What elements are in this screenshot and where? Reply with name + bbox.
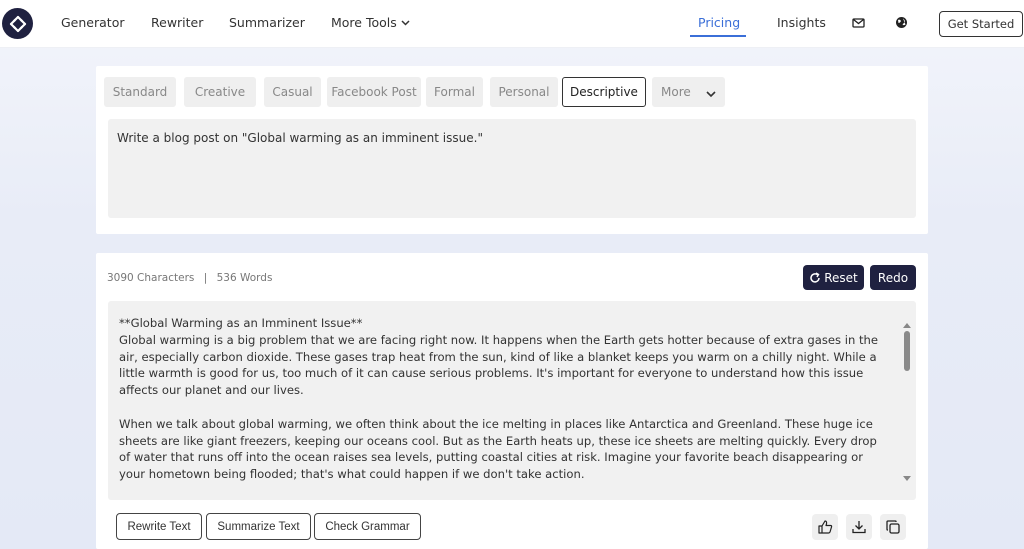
chevron-down-icon <box>706 87 716 101</box>
scroll-up-arrow[interactable] <box>903 323 911 328</box>
redo-button[interactable]: Redo <box>870 265 916 290</box>
tab-creative[interactable]: Creative <box>184 77 256 107</box>
tab-standard[interactable]: Standard <box>104 77 176 107</box>
output-paragraph: Global warming is a big problem that we … <box>119 332 879 398</box>
reset-label: Reset <box>824 270 858 285</box>
output-card: 3090 Characters | 536 Words Reset Redo *… <box>96 253 928 549</box>
tab-personal[interactable]: Personal <box>490 77 558 107</box>
generated-text: **Global Warming as an Imminent Issue** … <box>119 315 891 500</box>
globe-icon[interactable] <box>895 14 909 28</box>
text-stats: 3090 Characters | 536 Words <box>107 272 272 284</box>
nav-rewriter[interactable]: Rewriter <box>151 15 203 30</box>
output-paragraph: When we talk about global warming, we of… <box>119 416 877 482</box>
tab-formal[interactable]: Formal <box>426 77 483 107</box>
tab-more-label: More <box>661 85 691 99</box>
reset-icon <box>809 271 821 284</box>
check-grammar-button[interactable]: Check Grammar <box>314 513 421 540</box>
scroll-down-arrow[interactable] <box>903 476 911 481</box>
copy-icon[interactable] <box>880 514 906 540</box>
nav-more-tools-label: More Tools <box>331 15 397 30</box>
scroll-thumb[interactable] <box>904 331 910 371</box>
top-nav: Generator Rewriter Summarizer More Tools… <box>0 0 1024 48</box>
tab-descriptive[interactable]: Descriptive <box>562 77 646 107</box>
tab-more[interactable]: More <box>652 77 725 107</box>
character-count: 3090 Characters <box>107 272 195 284</box>
tab-facebook-post[interactable]: Facebook Post <box>327 77 421 107</box>
get-started-button[interactable]: Get Started <box>939 11 1023 37</box>
download-icon[interactable] <box>846 514 872 540</box>
nav-more-tools[interactable]: More Tools <box>331 15 410 30</box>
thumbs-up-icon[interactable] <box>812 514 838 540</box>
summarize-text-button[interactable]: Summarize Text <box>206 513 311 540</box>
tab-casual[interactable]: Casual <box>264 77 321 107</box>
prompt-input[interactable]: Write a blog post on "Global warming as … <box>108 119 916 218</box>
nav-pricing[interactable]: Pricing <box>698 15 740 30</box>
active-nav-indicator <box>690 35 746 37</box>
prompt-card: Standard Creative Casual Facebook Post F… <box>96 66 928 234</box>
output-scrollbar[interactable] <box>901 323 913 481</box>
nav-summarizer[interactable]: Summarizer <box>229 15 305 30</box>
nav-generator[interactable]: Generator <box>61 15 124 30</box>
output-textarea[interactable]: **Global Warming as an Imminent Issue** … <box>108 301 916 500</box>
word-count: 536 Words <box>216 272 273 284</box>
nav-insights[interactable]: Insights <box>777 15 826 30</box>
mail-icon[interactable] <box>852 14 866 28</box>
stats-separator: | <box>203 272 208 284</box>
output-title: **Global Warming as an Imminent Issue** <box>119 316 363 330</box>
rewrite-text-button[interactable]: Rewrite Text <box>116 513 202 540</box>
reset-button[interactable]: Reset <box>803 265 864 290</box>
chevron-down-icon <box>401 18 410 29</box>
logo-icon[interactable] <box>2 8 33 39</box>
